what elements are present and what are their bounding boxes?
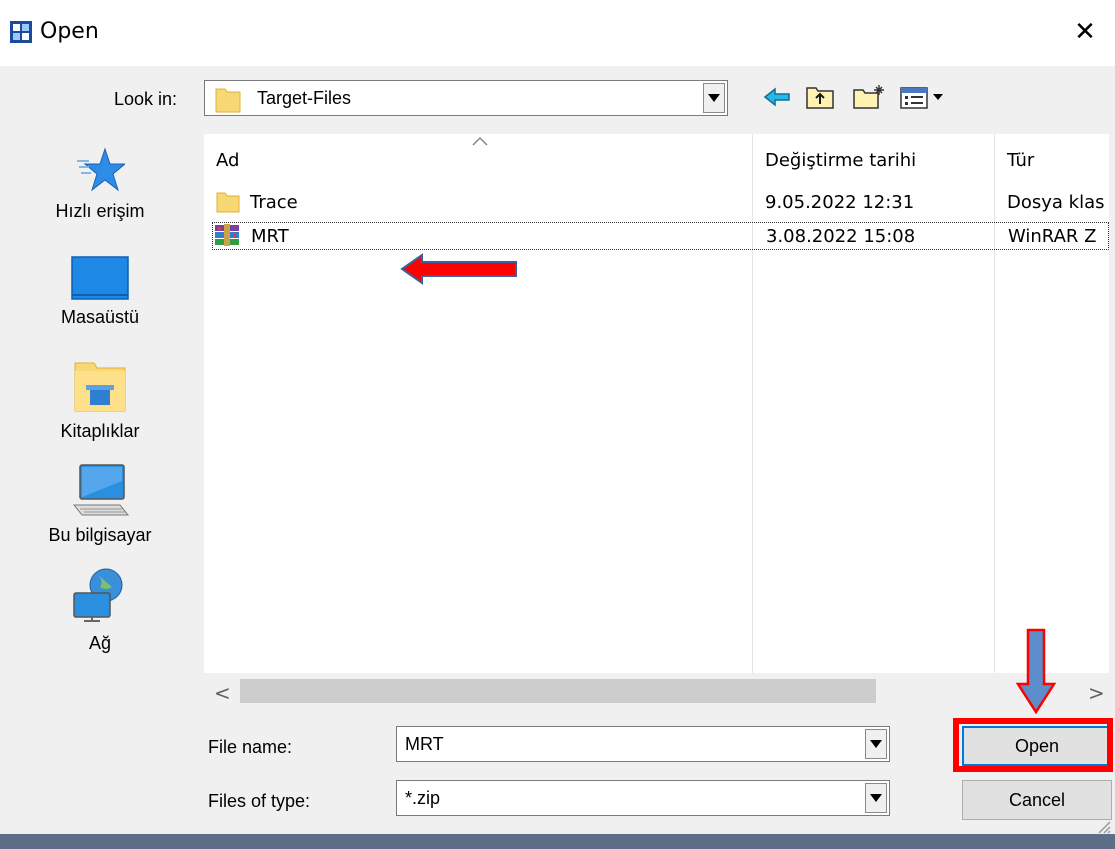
place-label: Masaüstü	[60, 307, 140, 327]
scrollbar-thumb[interactable]	[240, 679, 876, 703]
place-label: Bu bilgisayar	[48, 525, 152, 545]
column-header-name[interactable]: Ad	[216, 150, 239, 171]
look-in-dropdown-button[interactable]	[703, 83, 725, 113]
horizontal-scrollbar[interactable]: < >	[204, 673, 1109, 707]
file-list[interactable]: Ad Değiştirme tarihi Tür Trace 9.05.2022…	[204, 134, 1109, 673]
file-name-dropdown-button[interactable]	[865, 729, 887, 759]
places-bar: Hızlı erişim Masaüstü Kitaplıklar Bu bil…	[0, 135, 200, 675]
file-type: WinRAR Z	[1008, 226, 1097, 247]
files-of-type-dropdown-button[interactable]	[865, 783, 887, 813]
folder-icon	[215, 88, 241, 113]
place-quick-access[interactable]: Hızlı erişim	[0, 145, 200, 222]
place-label: Ağ	[88, 633, 112, 653]
folder-icon	[216, 192, 240, 213]
files-of-type-combo[interactable]: *.zip	[396, 780, 890, 816]
file-row-mrt[interactable]: MRT 3.08.2022 15:08 WinRAR Z	[212, 222, 1109, 250]
up-folder-icon[interactable]	[805, 84, 835, 110]
libraries-icon	[74, 362, 126, 412]
title-bar: Open ✕	[0, 0, 1115, 66]
resize-grip-icon[interactable]	[1095, 818, 1111, 834]
scroll-right-icon[interactable]: >	[1088, 681, 1105, 705]
desktop-icon	[71, 256, 129, 300]
network-icon	[73, 568, 123, 622]
place-network[interactable]: Ağ	[0, 567, 200, 654]
back-arrow-icon[interactable]	[763, 84, 791, 110]
annotation-arrow-left-icon	[400, 253, 517, 285]
sort-up-icon	[472, 136, 488, 146]
chevron-down-icon	[870, 794, 882, 802]
computer-icon	[72, 464, 130, 516]
file-name-label: File name:	[208, 737, 293, 757]
file-type: Dosya klas	[1007, 192, 1105, 213]
place-label: Hızlı erişim	[55, 201, 145, 221]
place-label: Kitaplıklar	[60, 421, 140, 441]
place-this-pc[interactable]: Bu bilgisayar	[0, 461, 200, 546]
chevron-down-icon	[870, 740, 882, 748]
winrar-archive-icon	[215, 224, 239, 246]
new-folder-icon[interactable]	[852, 84, 886, 110]
app-icon	[10, 21, 32, 43]
view-menu-icon[interactable]	[899, 84, 957, 110]
annotation-arrow-down-icon	[1016, 628, 1056, 714]
close-button[interactable]: ✕	[1062, 10, 1108, 54]
window-title: Open	[40, 19, 99, 44]
close-icon: ✕	[1074, 17, 1096, 47]
chevron-down-icon	[708, 94, 720, 102]
file-name: Trace	[250, 192, 298, 213]
files-of-type-value: *.zip	[405, 788, 441, 808]
look-in-combo[interactable]: Target-Files	[204, 80, 728, 116]
file-date: 9.05.2022 12:31	[765, 192, 915, 213]
column-header-date[interactable]: Değiştirme tarihi	[765, 150, 916, 171]
file-name-input[interactable]: MRT	[405, 734, 444, 755]
scroll-left-icon[interactable]: <	[214, 681, 231, 705]
star-icon	[77, 147, 125, 192]
file-date: 3.08.2022 15:08	[766, 226, 916, 247]
look-in-value: Target-Files	[257, 88, 352, 108]
open-button[interactable]: Open	[962, 726, 1112, 766]
file-name: MRT	[251, 226, 289, 247]
bottom-border	[0, 834, 1115, 849]
cancel-button[interactable]: Cancel	[962, 780, 1112, 820]
place-desktop[interactable]: Masaüstü	[0, 255, 200, 328]
place-libraries[interactable]: Kitaplıklar	[0, 359, 200, 442]
file-name-combo[interactable]: MRT	[396, 726, 890, 762]
column-header-type[interactable]: Tür	[1007, 150, 1034, 171]
file-row-trace[interactable]: Trace 9.05.2022 12:31 Dosya klas	[212, 189, 1109, 217]
look-in-label: Look in:	[114, 89, 178, 109]
files-of-type-label: Files of type:	[208, 791, 311, 811]
